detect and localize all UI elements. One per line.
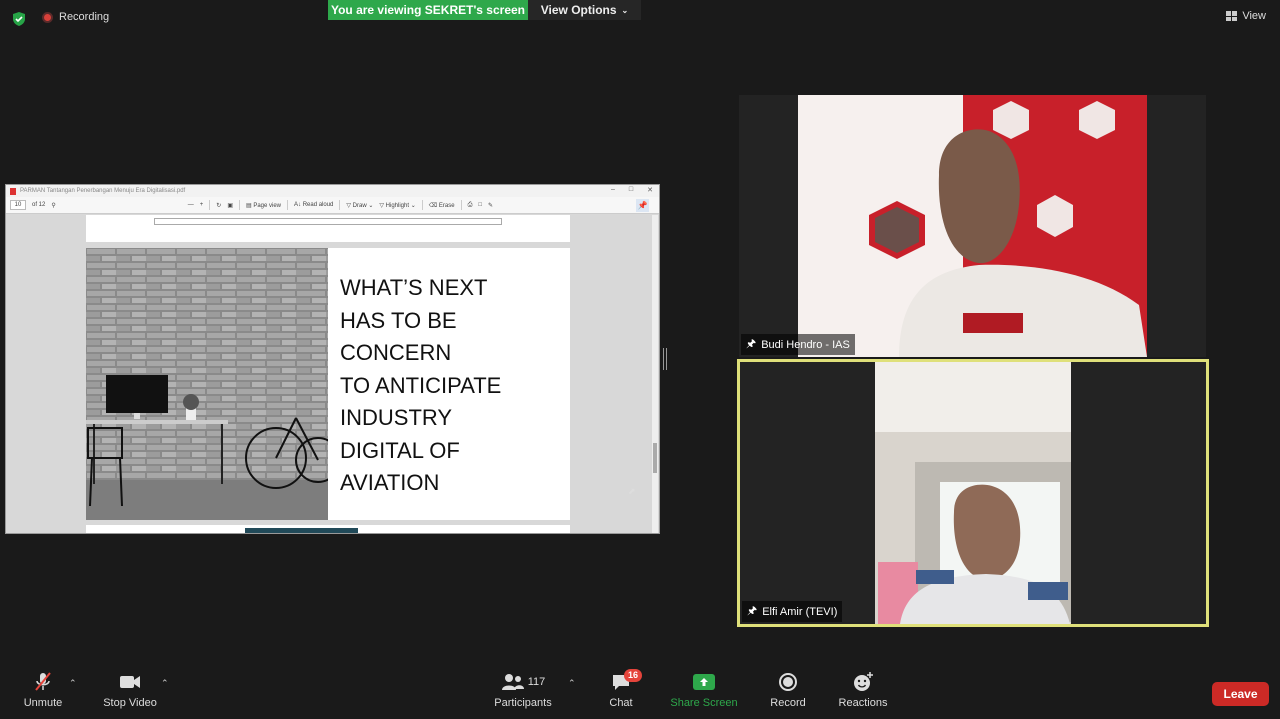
view-options-button[interactable]: View Options ⌄ xyxy=(528,0,641,20)
participant-name: Elfi Amir (TEVI) xyxy=(762,605,838,618)
slide-line: DIGITAL OF xyxy=(340,437,460,463)
rotate-icon[interactable]: ↻ xyxy=(216,202,221,209)
search-icon[interactable]: ⚲ xyxy=(51,202,55,209)
split-view-handle[interactable] xyxy=(663,348,667,370)
video-tile[interactable]: 🖈 Budi Hendro - IAS xyxy=(739,95,1206,357)
zoom-in-icon[interactable]: + xyxy=(200,202,204,208)
participant-name: Budi Hendro - IAS xyxy=(761,338,850,351)
stop-video-label: Stop Video xyxy=(103,697,157,709)
video-camera-icon xyxy=(120,676,140,688)
save-icon[interactable]: □ xyxy=(478,202,482,208)
close-icon[interactable]: ✕ xyxy=(647,186,653,194)
mouse-cursor-icon: ⬈ xyxy=(628,486,636,496)
slide-page: WHAT’S NEXT HAS TO BE CONCERN TO ANTICIP… xyxy=(86,248,570,520)
slide-line: AVIATION xyxy=(340,470,440,495)
draw-button[interactable]: ▽ Draw ⌄ xyxy=(346,202,373,209)
participant-name-tag: 🖈 Budi Hendro - IAS xyxy=(741,334,855,355)
record-label: Record xyxy=(770,697,806,709)
participants-count: 117 xyxy=(527,676,546,688)
stop-video-button[interactable]: Stop Video xyxy=(100,671,160,709)
pdf-viewport[interactable]: WHAT’S NEXT HAS TO BE CONCERN TO ANTICIP… xyxy=(6,215,659,533)
read-aloud-button[interactable]: A↓ Read aloud xyxy=(294,202,333,208)
leave-button[interactable]: Leave xyxy=(1212,682,1269,706)
viewing-screen-banner: You are viewing SEKRET's screen xyxy=(328,0,528,20)
unmute-button[interactable]: Unmute xyxy=(20,671,66,709)
slide-line: WHAT’S NEXT xyxy=(340,275,488,300)
record-icon xyxy=(779,673,797,691)
page-number-input[interactable]: 10 xyxy=(10,200,26,210)
shared-screen-pdf-window: PARMAN Tantangan Penerbangan Menuju Era … xyxy=(5,184,660,534)
reactions-label: Reactions xyxy=(838,697,888,709)
recording-label: Recording xyxy=(59,11,110,23)
participant-name-tag: 🖈 Elfi Amir (TEVI) xyxy=(742,601,843,622)
active-speaker-video-tile[interactable]: 🖈 Elfi Amir (TEVI) xyxy=(737,359,1209,627)
erase-label: Erase xyxy=(438,202,455,209)
participants-label: Participants xyxy=(494,697,552,709)
pin-icon: 🖈 xyxy=(747,605,758,617)
page-view-button[interactable]: ▤ Page view xyxy=(246,202,281,209)
share-screen-label: Share Screen xyxy=(670,697,738,709)
save-as-icon[interactable]: ✎ xyxy=(488,202,493,209)
participant-video-feed xyxy=(798,95,1147,357)
slide-line: TO ANTICIPATE xyxy=(340,372,502,398)
record-button[interactable]: Record xyxy=(766,671,810,709)
slide-heading: WHAT’S NEXT HAS TO BE CONCERN TO ANTICIP… xyxy=(340,272,565,500)
page-view-label: Page view xyxy=(253,202,282,209)
draw-label: Draw xyxy=(352,202,367,209)
window-controls: – □ ✕ xyxy=(611,186,653,194)
highlight-label: Highlight xyxy=(385,202,410,209)
previous-page xyxy=(86,215,570,242)
grid-view-icon xyxy=(1226,11,1238,21)
participants-button[interactable]: 117 Participants xyxy=(492,671,554,709)
print-icon[interactable]: ⎙ xyxy=(468,202,473,209)
reactions-button[interactable]: Reactions xyxy=(835,671,891,709)
security-shield-icon[interactable] xyxy=(11,11,27,27)
recording-indicator[interactable]: Recording xyxy=(42,11,109,23)
slide-line: INDUSTRY xyxy=(340,405,453,430)
pdf-scrollbar[interactable] xyxy=(652,215,658,533)
unmute-label: Unmute xyxy=(23,697,63,709)
slide-line: HAS TO BE xyxy=(340,307,457,333)
slide-line: CONCERN xyxy=(340,340,452,365)
highlight-button[interactable]: ▽ Highlight ⌄ xyxy=(379,202,415,209)
participants-options-caret-icon[interactable]: ⌃ xyxy=(568,678,576,689)
page-total-label: of 12 xyxy=(32,202,46,208)
chat-label: Chat xyxy=(609,697,633,709)
maximize-icon[interactable]: □ xyxy=(629,186,633,194)
pdf-title-bar: PARMAN Tantangan Penerbangan Menuju Era … xyxy=(6,185,659,197)
participants-icon xyxy=(501,674,524,690)
pdf-window-title: PARMAN Tantangan Penerbangan Menuju Era … xyxy=(20,188,186,194)
pdf-file-icon xyxy=(10,187,16,195)
share-screen-button[interactable]: Share Screen xyxy=(668,671,740,709)
brick-wall-desk-photo xyxy=(86,248,328,520)
erase-button[interactable]: ⌫ Erase xyxy=(429,202,455,209)
pin-icon: 🖈 xyxy=(746,338,757,350)
scrollbar-thumb[interactable] xyxy=(653,443,657,473)
chat-button[interactable]: 16 Chat xyxy=(602,669,642,709)
zoom-out-icon[interactable]: — xyxy=(188,202,194,208)
recording-dot-icon xyxy=(42,11,53,23)
audio-options-caret-icon[interactable]: ⌃ xyxy=(69,678,77,689)
view-button[interactable]: View xyxy=(1226,10,1266,22)
read-aloud-label: Read aloud xyxy=(302,202,334,208)
pdf-toolbar: 10 of 12 ⚲ — + ↻ ▣ ▤ Page view A↓ Read a… xyxy=(6,197,659,214)
microphone-muted-icon xyxy=(35,672,51,691)
share-screen-icon xyxy=(693,674,715,690)
chat-unread-badge: 16 xyxy=(623,669,642,682)
view-label: View xyxy=(1242,10,1266,22)
chevron-down-icon: ⌄ xyxy=(621,5,629,15)
video-options-caret-icon[interactable]: ⌃ xyxy=(161,678,169,689)
view-options-label: View Options xyxy=(540,3,617,17)
participant-video-feed xyxy=(875,362,1071,624)
reactions-smiley-icon xyxy=(854,672,873,691)
next-page xyxy=(86,525,570,533)
pin-toolbar-icon[interactable]: 📌 xyxy=(636,199,649,212)
fit-page-icon[interactable]: ▣ xyxy=(227,202,233,209)
minimize-icon[interactable]: – xyxy=(611,186,615,194)
